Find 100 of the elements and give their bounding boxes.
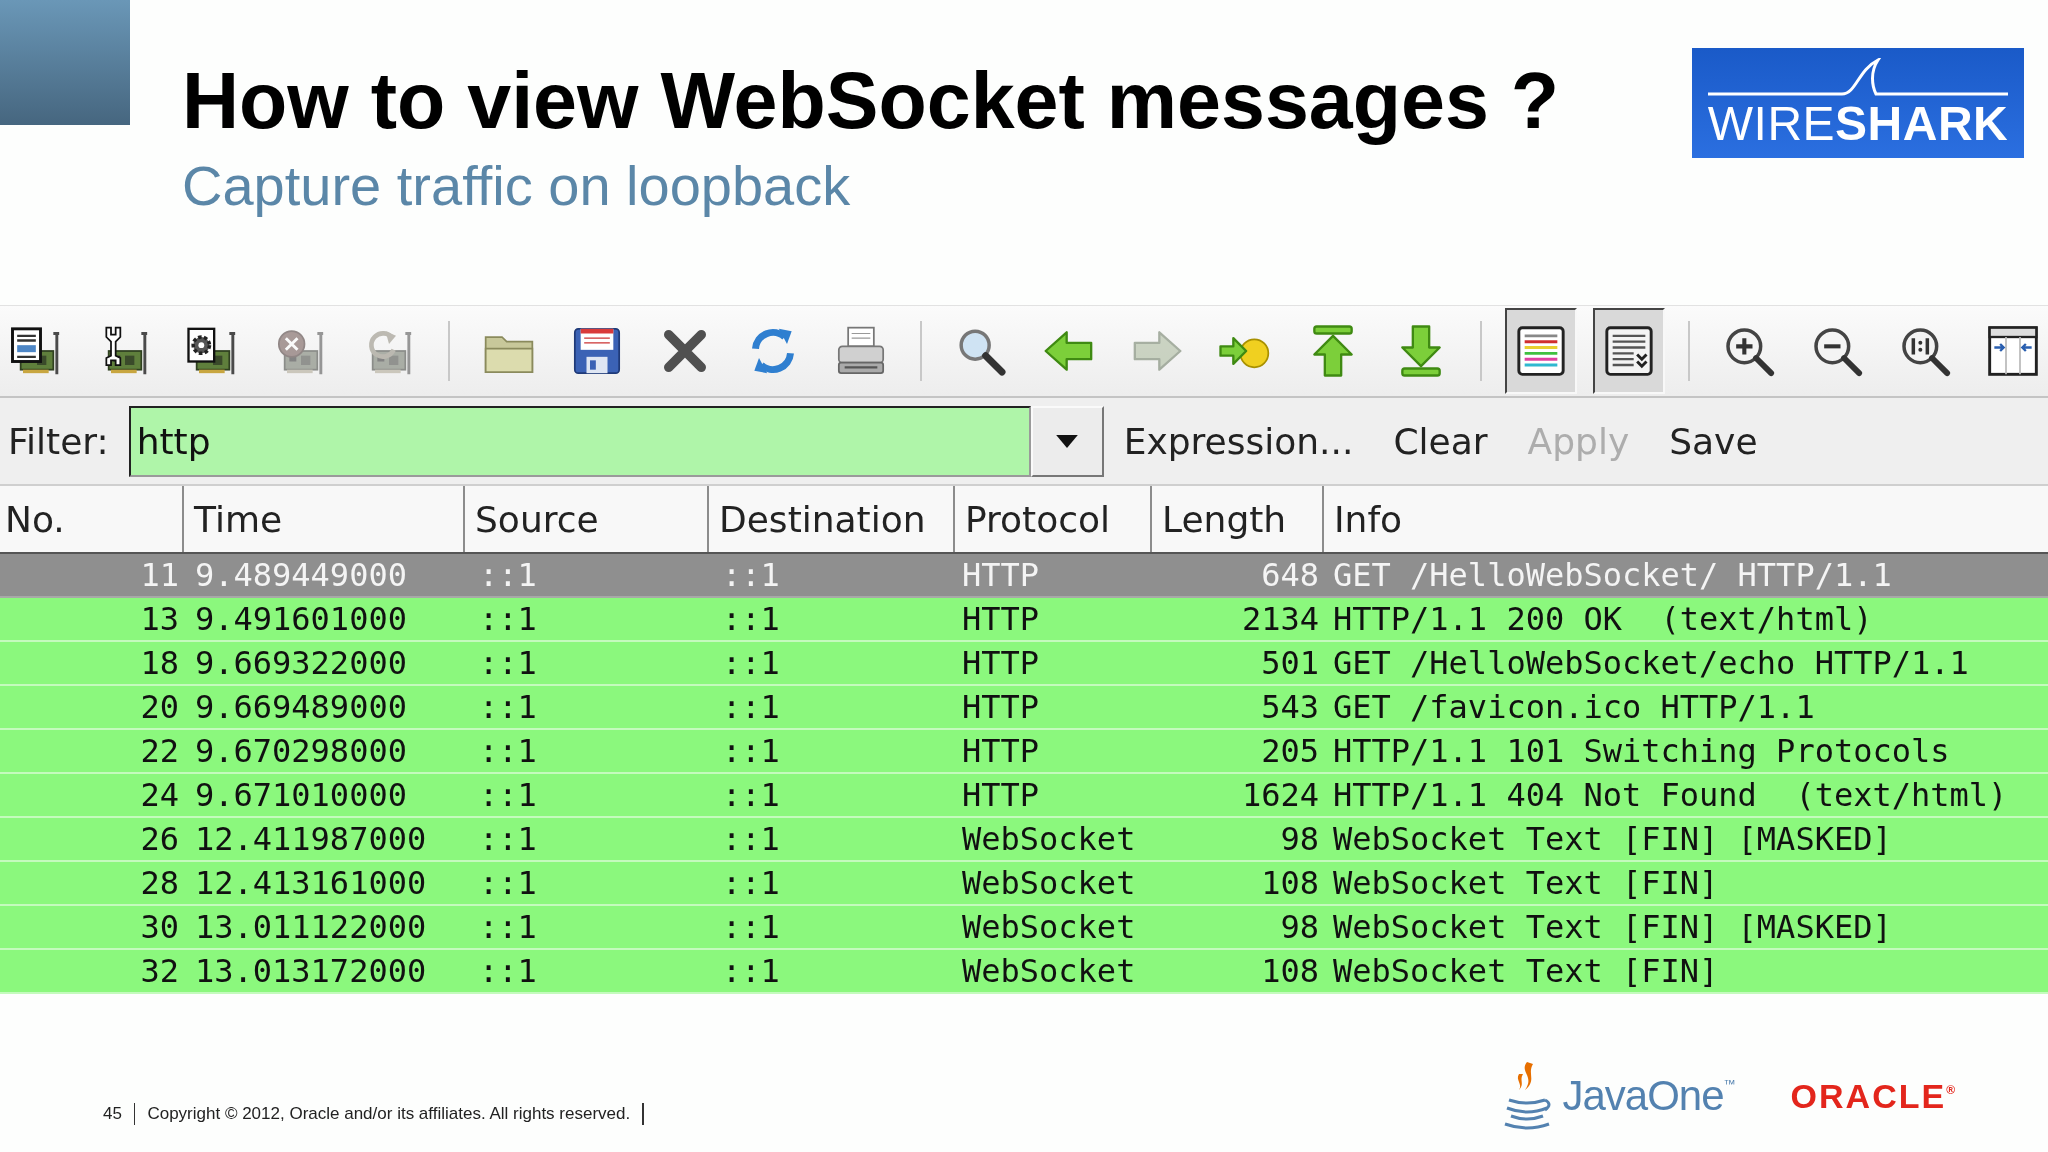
filter-field[interactable]: http <box>128 405 1031 477</box>
packet-row[interactable]: 24 9.671010000 ::1 ::1 HTTP 1624 HTTP/1.1 404 Not Found (text/html) <box>0 774 2048 818</box>
table-cell-text: HTTP <box>961 687 1041 727</box>
table-cell-text: 9.669322000 <box>194 643 408 683</box>
table-cell-text: ::1 <box>478 687 538 727</box>
table-cell-text: ::1 <box>478 731 538 771</box>
copyright-text: Copyright © 2012, Oracle and/or its affiliates. All rights reserved. <box>147 1104 631 1124</box>
table-cell-text: 9.670298000 <box>194 731 408 771</box>
table-cell-text: 12.411987000 <box>194 819 428 859</box>
table-cell-text: 9.489449000 <box>194 555 408 595</box>
table-cell-text: HTTP <box>961 643 1041 683</box>
table-cell-text: WebSocket Text [FIN] [MASKED] <box>1332 819 1893 859</box>
logo-text: WIRESHARK <box>1707 98 2009 150</box>
table-cell-text: 24 <box>139 775 180 815</box>
table-cell-text: ::1 <box>721 863 781 903</box>
page-number: 45 <box>103 1104 122 1124</box>
table-cell-text: WebSocket Text [FIN] <box>1332 863 1720 903</box>
logo-text: JavaOne$^{™}$ <box>1562 1072 1736 1120</box>
slide-title: How to view WebSocket messages ? <box>182 56 1560 146</box>
dropdown-button[interactable] <box>1030 405 1104 477</box>
text-button[interactable]: Save <box>1649 414 1778 468</box>
table-columns-icon <box>1985 323 2041 379</box>
table-cell-text: ::1 <box>478 599 538 639</box>
table-cell-text: HTTP <box>961 731 1041 771</box>
table-cell-text: WebSocket <box>961 907 1137 947</box>
table-cell-text: 30 <box>139 907 180 947</box>
packet-row[interactable]: 20 9.669489000 ::1 ::1 HTTP 543 GET /favicon.ico HTTP/1.1 <box>0 686 2048 730</box>
table-cell-text: ::1 <box>721 731 781 771</box>
table-cell-text: 501 <box>1260 643 1320 683</box>
table-cell-text: 98 <box>1279 819 1320 859</box>
table-cell-text: HTTP <box>961 599 1041 639</box>
table-cell-text: ::1 <box>478 643 538 683</box>
table-cell-text: ::1 <box>721 907 781 947</box>
table-cell-text: GET /favicon.ico HTTP/1.1 <box>1332 687 1816 727</box>
table-cell-text: 18 <box>139 643 180 683</box>
table-cell-text: HTTP/1.1 404 Not Found (text/html) <box>1332 775 2009 815</box>
logo-text: ORACLE$^{®}$ <box>1790 1076 1955 1116</box>
table-cell-text: WebSocket <box>961 951 1137 991</box>
table-cell-text: 108 <box>1260 863 1320 903</box>
table-cell-text: GET /HelloWebSocket/ HTTP/1.1 <box>1332 555 1893 595</box>
column-header[interactable]: Destination <box>709 486 955 552</box>
table-cell-text: HTTP/1.1 200 OK (text/html) <box>1332 599 1874 639</box>
table-cell-text: 26 <box>139 819 180 859</box>
table-cell-text: 13 <box>139 599 180 639</box>
packet-row[interactable]: 18 9.669322000 ::1 ::1 HTTP 501 GET /HelloWebSocket/echo HTTP/1.1 <box>0 642 2048 686</box>
table-cell-text: WebSocket <box>961 863 1137 903</box>
table-cell-text: ::1 <box>478 863 538 903</box>
text-button[interactable]: Expression... <box>1103 414 1374 468</box>
packet-row[interactable]: 28 12.413161000 ::1 ::1 WebSocket 108 WebSocket Text [FIN] <box>0 862 2048 906</box>
table-cell-text: HTTP/1.1 101 Switching Protocols <box>1332 731 1951 771</box>
table-cell-text: 20 <box>139 687 180 727</box>
table-cell-text: 12.413161000 <box>194 863 428 903</box>
table-cell-text: 9.491601000 <box>194 599 408 639</box>
table-cell-text: 543 <box>1260 687 1320 727</box>
table-cell-text: GET /HelloWebSocket/echo HTTP/1.1 <box>1332 643 1970 683</box>
filter-label: Filter: <box>8 420 109 462</box>
table-cell-text: 1624 <box>1240 775 1320 815</box>
table-cell-text: 205 <box>1260 731 1320 771</box>
table-cell-text: ::1 <box>721 687 781 727</box>
text-button[interactable]: Clear <box>1373 414 1508 468</box>
column-header[interactable]: No. <box>0 486 184 552</box>
toolbar-button[interactable] <box>1593 308 1665 394</box>
table-cell-text: 11 <box>139 555 180 595</box>
fin-line-icon <box>1706 58 2010 98</box>
table-cell-text: ::1 <box>721 819 781 859</box>
table-cell-text: ::1 <box>478 951 538 991</box>
table-cell-text: ::1 <box>478 907 538 947</box>
table-cell-text: 9.671010000 <box>194 775 408 815</box>
table-cell-text: 9.669489000 <box>194 687 408 727</box>
table-cell-text: 22 <box>139 731 180 771</box>
packet-row[interactable]: 30 13.011122000 ::1 ::1 WebSocket 98 WebSocket Text [FIN] [MASKED] <box>0 906 2048 950</box>
column-header[interactable]: Length <box>1152 486 1324 552</box>
packet-row[interactable]: 13 9.491601000 ::1 ::1 HTTP 2134 HTTP/1.1 200 OK (text/html) <box>0 598 2048 642</box>
table-cell-text: 108 <box>1260 951 1320 991</box>
table-cell-text: HTTP <box>961 555 1041 595</box>
packet-row[interactable]: 26 12.411987000 ::1 ::1 WebSocket 98 WebSocket Text [FIN] [MASKED] <box>0 818 2048 862</box>
table-cell-text: HTTP <box>961 775 1041 815</box>
table-cell-text: 648 <box>1260 555 1320 595</box>
column-header[interactable]: Time <box>184 486 465 552</box>
table-cell-text: ::1 <box>721 775 781 815</box>
table-cell-text: 13.013172000 <box>194 951 428 991</box>
table-cell-text: 32 <box>139 951 180 991</box>
column-header[interactable]: Info <box>1324 486 2048 552</box>
table-cell-text: ::1 <box>478 775 538 815</box>
column-header[interactable]: Source <box>465 486 709 552</box>
table-cell-text: 98 <box>1279 907 1320 947</box>
table-cell-text: ::1 <box>721 643 781 683</box>
table-cell-text: ::1 <box>478 819 538 859</box>
packet-row[interactable]: 22 9.670298000 ::1 ::1 HTTP 205 HTTP/1.1 101 Switching Protocols <box>0 730 2048 774</box>
column-header[interactable]: Protocol <box>955 486 1152 552</box>
table-cell-text: 2134 <box>1240 599 1320 639</box>
table-cell-text: ::1 <box>721 951 781 991</box>
caret-icon <box>1056 434 1079 448</box>
table-cell-text: WebSocket <box>961 819 1137 859</box>
table-cell-text: 28 <box>139 863 180 903</box>
packet-row[interactable]: 32 13.013172000 ::1 ::1 WebSocket 108 WebSocket Text [FIN] <box>0 950 2048 994</box>
slide-subtitle: Capture traffic on loopback <box>182 154 852 218</box>
table-cell-text: WebSocket Text [FIN] <box>1332 951 1720 991</box>
table-cell-text: WebSocket Text [FIN] [MASKED] <box>1332 907 1893 947</box>
toolbar-button[interactable] <box>1505 308 1577 394</box>
